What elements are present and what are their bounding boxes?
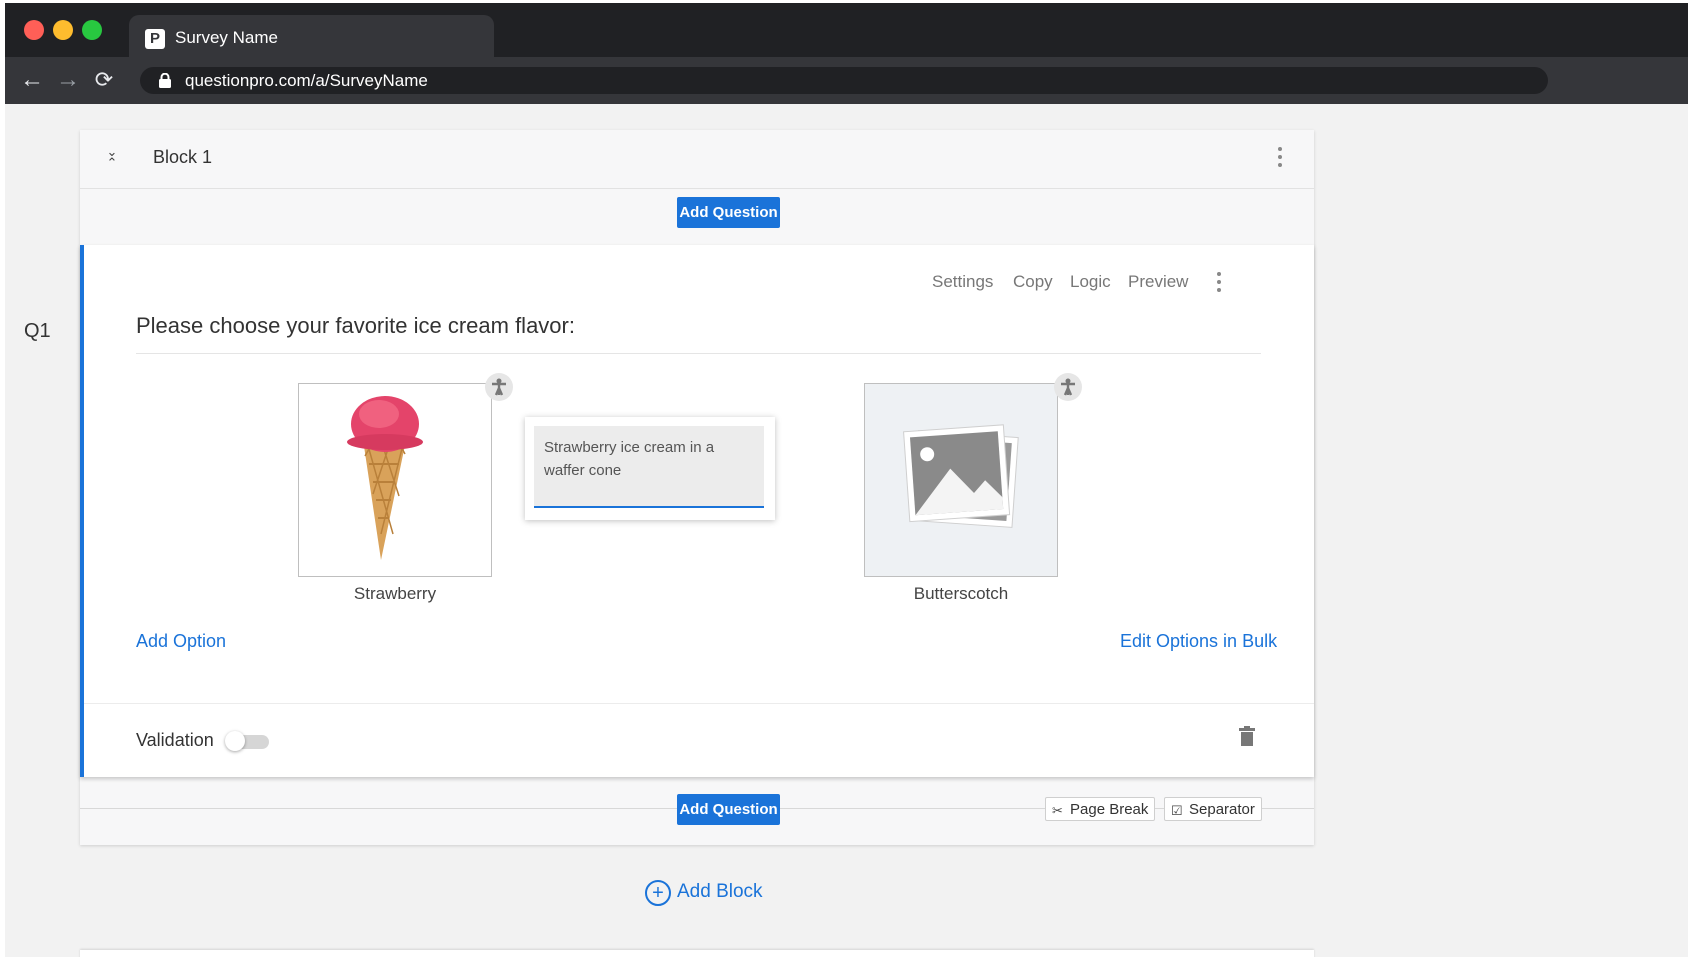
add-question-button-top[interactable]: Add Question	[677, 197, 780, 228]
question-menu-icon[interactable]	[1216, 272, 1222, 296]
question-logic-link[interactable]: Logic	[1070, 272, 1111, 292]
accessibility-icon[interactable]	[1054, 373, 1082, 401]
option-image-strawberry[interactable]	[298, 383, 492, 577]
block-header: ⌄ ⌃ Block 1	[80, 130, 1314, 189]
question-preview-link[interactable]: Preview	[1128, 272, 1188, 292]
address-bar[interactable]: questionpro.com/a/SurveyName	[140, 67, 1548, 94]
option-label-strawberry[interactable]: Strawberry	[298, 584, 492, 604]
validation-toggle[interactable]	[225, 731, 269, 751]
option-image-butterscotch[interactable]	[864, 383, 1058, 577]
separator-label: Separator	[1189, 801, 1255, 818]
ice-cream-cone-image	[347, 396, 423, 560]
question-text[interactable]: Please choose your favorite ice cream fl…	[136, 313, 575, 339]
add-option-link[interactable]: Add Option	[136, 631, 226, 652]
page-break-label: Page Break	[1070, 801, 1149, 818]
maximize-window-button[interactable]	[82, 20, 102, 40]
browser-window: P Survey Name ← → ⟳ questionpro.com/a/Su…	[5, 3, 1688, 957]
plus-circle-icon: +	[645, 880, 671, 906]
page-break-button[interactable]: ✂ Page Break	[1045, 797, 1156, 821]
survey-block: ⌄ ⌃ Block 1 Add Question Settings Copy Lo…	[80, 130, 1314, 845]
browser-tab[interactable]: P Survey Name	[129, 15, 494, 57]
validation-divider	[84, 703, 1314, 704]
validation-label: Validation	[136, 730, 214, 750]
trash-icon[interactable]	[1239, 726, 1255, 746]
back-icon[interactable]: ←	[17, 65, 47, 95]
alt-text-input[interactable]: Strawberry ice cream in a waffer cone	[534, 426, 764, 508]
url-text: questionpro.com/a/SurveyName	[185, 71, 428, 90]
forward-icon[interactable]: →	[53, 65, 83, 95]
tab-title: Survey Name	[175, 28, 278, 47]
question-number: Q1	[24, 320, 51, 342]
browser-chrome: P Survey Name ← → ⟳ questionpro.com/a/Su…	[5, 3, 1688, 104]
question-settings-link[interactable]: Settings	[932, 272, 993, 292]
close-window-button[interactable]	[24, 20, 44, 40]
accessibility-icon[interactable]	[485, 373, 513, 401]
reload-icon[interactable]: ⟳	[89, 65, 119, 95]
option-label-butterscotch[interactable]: Butterscotch	[864, 584, 1058, 604]
tab-strip: P Survey Name	[5, 3, 1688, 57]
block-title: Block 1	[153, 147, 213, 167]
question-card: Settings Copy Logic Preview Please choos…	[80, 245, 1314, 777]
minimize-window-button[interactable]	[53, 20, 73, 40]
favicon-icon: P	[145, 29, 165, 49]
toggle-knob	[225, 731, 245, 751]
scissors-icon: ✂	[1052, 803, 1063, 818]
add-block-label: Add Block	[677, 881, 763, 902]
question-copy-link[interactable]: Copy	[1013, 272, 1053, 292]
collapse-icon[interactable]: ⌄ ⌃	[104, 145, 120, 170]
checkbox-icon: ☑	[1171, 803, 1183, 818]
image-placeholder-icon	[903, 424, 1019, 528]
add-question-button-bottom[interactable]: Add Question	[677, 794, 780, 825]
browser-toolbar: ← → ⟳ questionpro.com/a/SurveyName	[5, 57, 1688, 104]
separator-button[interactable]: ☑ Separator	[1164, 797, 1262, 821]
question-divider	[136, 353, 1261, 354]
alt-text-popup: Strawberry ice cream in a waffer cone	[525, 417, 775, 520]
edit-options-bulk-link[interactable]: Edit Options in Bulk	[1120, 631, 1277, 652]
next-block-card	[80, 950, 1314, 957]
lock-icon	[159, 73, 171, 88]
block-menu-icon[interactable]	[1277, 147, 1283, 171]
